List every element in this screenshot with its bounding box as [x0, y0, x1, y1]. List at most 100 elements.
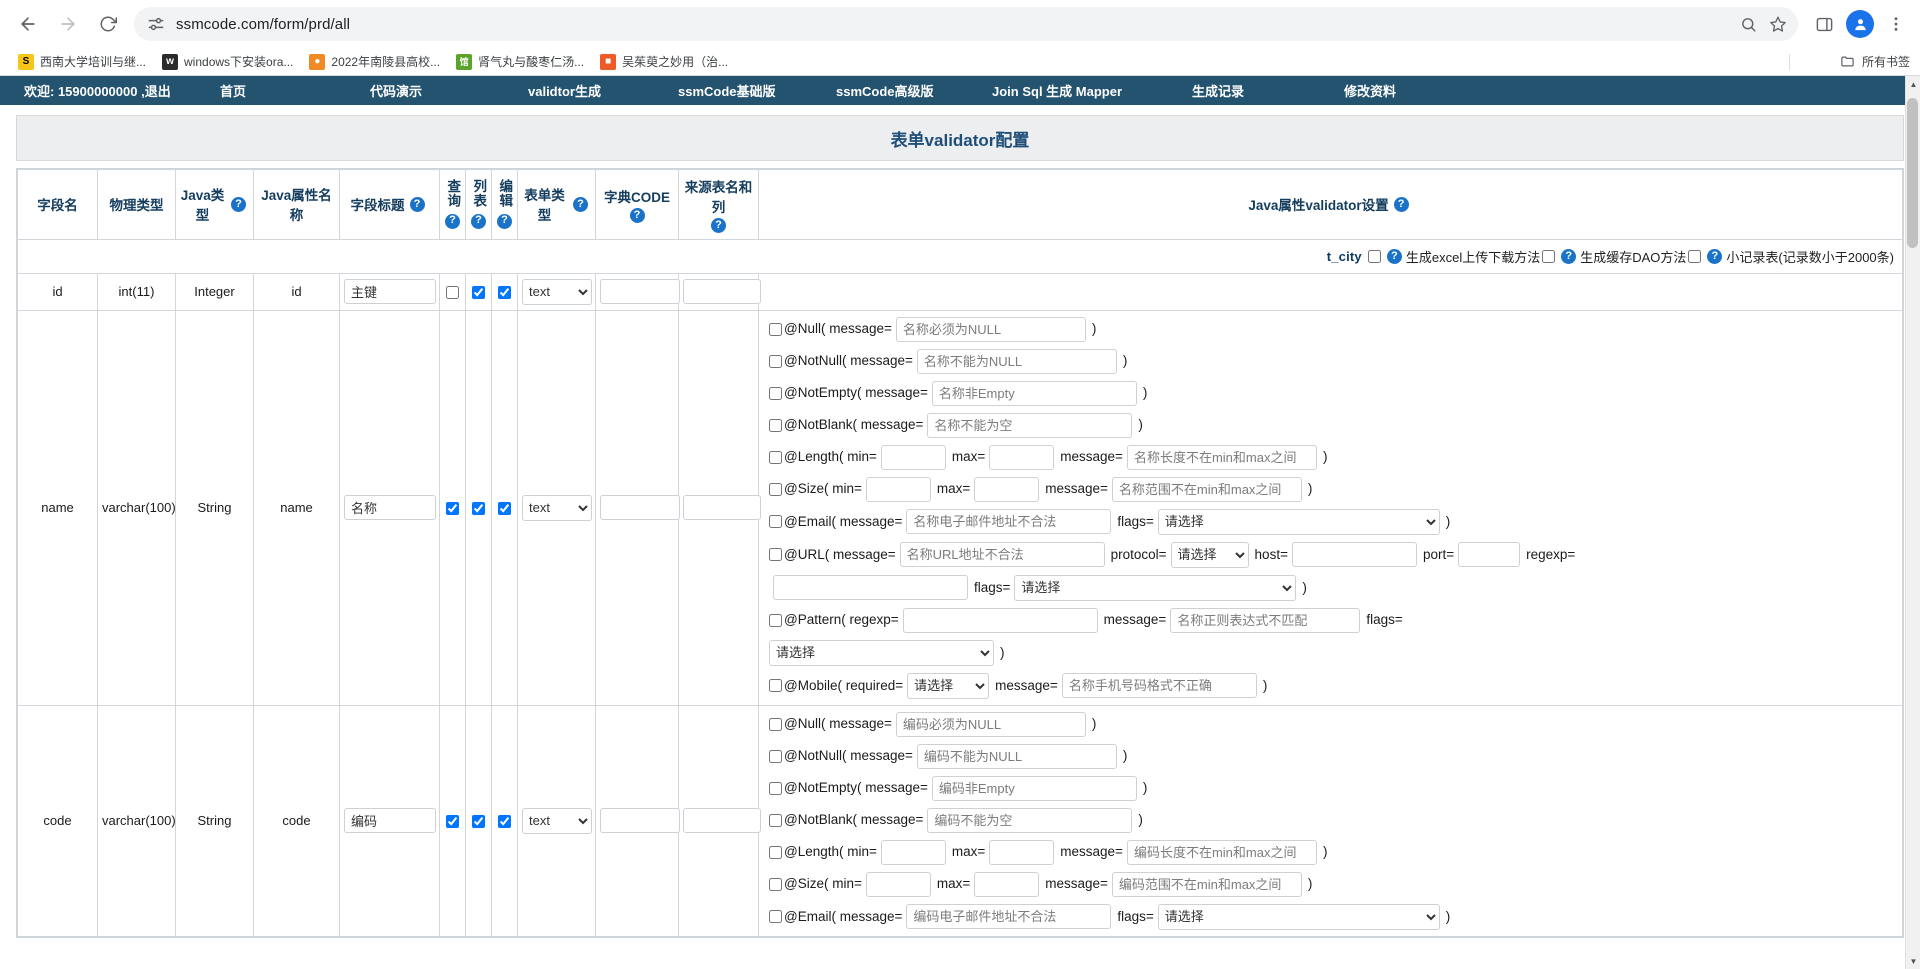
validator-checkbox-notnull[interactable]: [769, 354, 782, 368]
validator-message-input[interactable]: [927, 807, 1133, 833]
field-title-input[interactable]: [344, 808, 436, 833]
validator-checkbox-null[interactable]: [769, 322, 782, 336]
help-icon[interactable]: ?: [471, 214, 486, 230]
dict-code-input[interactable]: [600, 279, 680, 304]
validator-checkbox-notempty[interactable]: [769, 781, 782, 795]
field-title-input[interactable]: [344, 279, 436, 304]
scrollbar-up-arrow[interactable]: ▲: [1906, 76, 1920, 92]
back-button[interactable]: [10, 6, 46, 42]
dict-code-input[interactable]: [600, 808, 680, 833]
bookmark-item[interactable]: S 西南大学培训与继...: [10, 50, 154, 73]
help-icon[interactable]: ?: [445, 214, 460, 230]
validator-max-input[interactable]: [974, 476, 1040, 502]
bookmark-item[interactable]: ■ 吴茱萸之妙用（治...: [592, 50, 736, 73]
edit-checkbox[interactable]: [498, 502, 511, 516]
option-checkbox-cache-dao[interactable]: [1542, 249, 1556, 263]
validator-flags-select[interactable]: 请选择: [1157, 903, 1440, 930]
validator-message-input[interactable]: [1061, 673, 1257, 698]
validator-checkbox-length[interactable]: [769, 450, 782, 464]
nav-item-welcome[interactable]: 欢迎: 15900000000 ,退出: [24, 81, 171, 100]
validator-message-input[interactable]: [1111, 871, 1302, 897]
help-icon[interactable]: ?: [231, 196, 246, 212]
validator-message-input[interactable]: [931, 775, 1137, 801]
validator-checkbox-length[interactable]: [769, 845, 782, 859]
validator-message-input[interactable]: [899, 542, 1105, 567]
validator-message-input[interactable]: [906, 904, 1112, 929]
list-checkbox[interactable]: [472, 502, 485, 516]
edit-checkbox[interactable]: [498, 815, 511, 829]
search-icon[interactable]: [1734, 10, 1762, 38]
validator-host-input[interactable]: [1291, 542, 1417, 567]
bookmark-star-icon[interactable]: [1764, 10, 1792, 38]
edit-checkbox[interactable]: [498, 286, 511, 300]
forward-button[interactable]: [50, 6, 86, 42]
side-panel-icon[interactable]: [1808, 8, 1840, 40]
address-bar[interactable]: ssmcode.com/form/prd/all: [134, 7, 1798, 41]
dict-code-input[interactable]: [600, 495, 680, 520]
validator-checkbox-notempty[interactable]: [769, 386, 782, 400]
option-checkbox-small-table[interactable]: [1688, 249, 1702, 263]
scrollbar-down-arrow[interactable]: ▼: [1906, 953, 1920, 969]
validator-message-input[interactable]: [916, 743, 1117, 769]
source-table-input[interactable]: [683, 279, 761, 304]
nav-item-generate-records[interactable]: 生成记录: [1192, 81, 1244, 100]
validator-max-input[interactable]: [974, 871, 1040, 897]
validator-checkbox-notnull[interactable]: [769, 749, 782, 763]
validator-message-input[interactable]: [906, 509, 1112, 534]
validator-checkbox-size[interactable]: [769, 482, 782, 496]
validator-pattern-flags-select[interactable]: 请选择: [769, 639, 994, 666]
validator-min-input[interactable]: [865, 871, 931, 897]
validator-checkbox-email[interactable]: [769, 910, 782, 923]
validator-message-input[interactable]: [927, 412, 1133, 438]
avatar[interactable]: [1846, 10, 1874, 38]
help-icon[interactable]: ?: [711, 217, 726, 233]
help-icon[interactable]: ?: [629, 207, 645, 223]
validator-required-select[interactable]: 请选择: [907, 672, 990, 699]
validator-message-input[interactable]: [1111, 476, 1302, 502]
help-icon[interactable]: ?: [1386, 248, 1402, 264]
validator-message-input[interactable]: [1126, 839, 1317, 865]
validator-checkbox-email[interactable]: [769, 515, 782, 528]
validator-regexp-input[interactable]: [902, 607, 1098, 633]
list-checkbox[interactable]: [472, 815, 485, 829]
validator-max-input[interactable]: [989, 839, 1055, 865]
nav-item-code-demo[interactable]: 代码演示: [370, 81, 422, 100]
field-title-input[interactable]: [344, 495, 436, 520]
help-icon[interactable]: ?: [497, 214, 512, 230]
validator-port-input[interactable]: [1458, 542, 1521, 567]
validator-protocol-select[interactable]: 请选择: [1170, 541, 1249, 568]
form-type-select[interactable]: text: [522, 278, 592, 305]
all-bookmarks-button[interactable]: 所有书签: [1840, 53, 1910, 70]
nav-item-ssmcode-basic[interactable]: ssmCode基础版: [678, 81, 776, 100]
validator-checkbox-size[interactable]: [769, 877, 782, 891]
site-settings-icon[interactable]: [146, 14, 166, 34]
bookmark-item[interactable]: w windows下安装ora...: [154, 50, 301, 73]
validator-checkbox-notblank[interactable]: [769, 813, 782, 827]
query-checkbox[interactable]: [446, 286, 459, 300]
nav-item-join-sql-mapper[interactable]: Join Sql 生成 Mapper: [992, 81, 1122, 100]
validator-message-input[interactable]: [1126, 444, 1317, 470]
validator-url-flags-select[interactable]: 请选择: [1014, 574, 1297, 601]
help-icon[interactable]: ?: [573, 196, 588, 212]
chrome-menu-icon[interactable]: [1880, 8, 1912, 40]
help-icon[interactable]: ?: [409, 196, 425, 212]
validator-message-input[interactable]: [1170, 607, 1361, 633]
validator-message-input[interactable]: [916, 348, 1117, 374]
validator-checkbox-null[interactable]: [769, 717, 782, 731]
validator-message-input[interactable]: [895, 711, 1086, 737]
nav-item-validator[interactable]: validtor生成: [528, 81, 601, 100]
option-checkbox-excel[interactable]: [1367, 249, 1381, 263]
nav-item-home[interactable]: 首页: [220, 81, 246, 100]
validator-max-input[interactable]: [989, 444, 1055, 470]
validator-min-input[interactable]: [880, 839, 946, 865]
validator-checkbox-mobile[interactable]: [769, 679, 782, 692]
query-checkbox[interactable]: [446, 502, 459, 516]
list-checkbox[interactable]: [472, 286, 485, 300]
validator-message-input[interactable]: [931, 380, 1137, 406]
help-icon[interactable]: ?: [1707, 248, 1723, 264]
source-table-input[interactable]: [683, 495, 761, 520]
validator-flags-select[interactable]: 请选择: [1157, 508, 1440, 535]
bookmark-item[interactable]: ● 2022年南陵县高校...: [301, 50, 448, 73]
validator-message-input[interactable]: [895, 316, 1086, 342]
scrollbar-thumb[interactable]: [1907, 98, 1918, 248]
